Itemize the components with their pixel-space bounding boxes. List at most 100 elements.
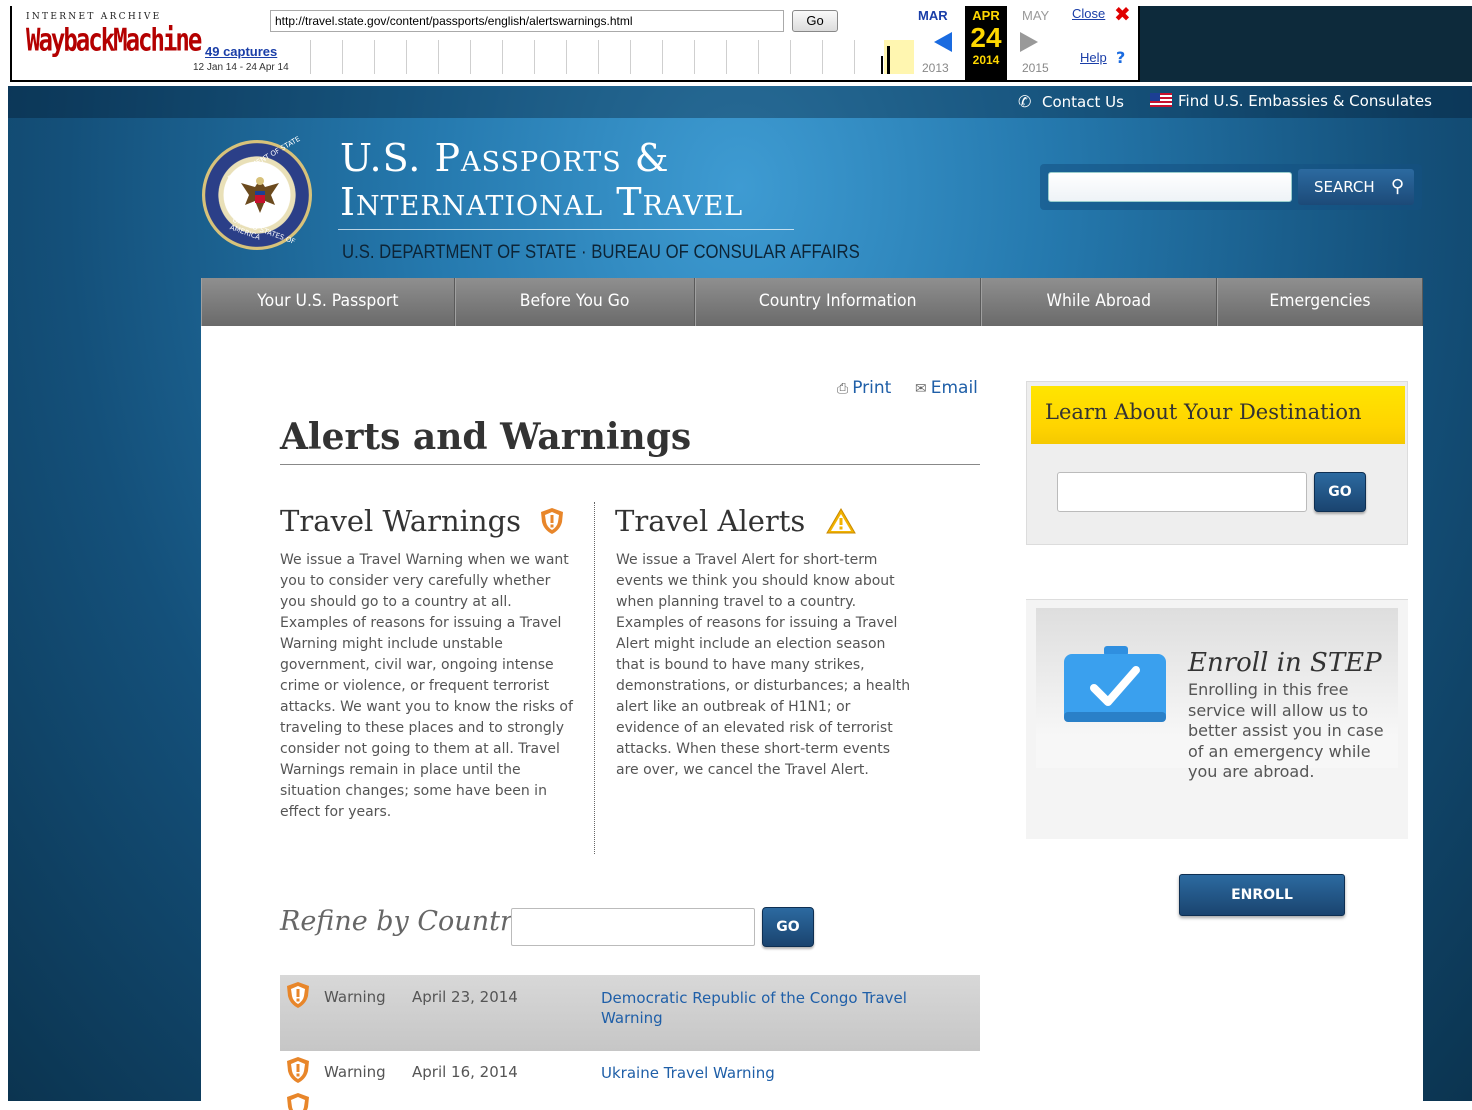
- sparkline-bar: [887, 46, 890, 74]
- warning-shield-icon: [287, 1093, 309, 1110]
- column-divider: [594, 502, 595, 854]
- wayback-cur-day: 24: [970, 22, 1002, 53]
- alert-triangle-icon: [825, 508, 856, 534]
- destination-input[interactable]: [1057, 472, 1307, 512]
- title-rule: [280, 464, 980, 465]
- nav-while-abroad[interactable]: While Abroad: [981, 278, 1217, 326]
- prev-arrow-icon[interactable]: [934, 32, 952, 52]
- step-promo: Enroll in STEP Enrolling in this free se…: [1026, 599, 1408, 839]
- wayback-prev-month[interactable]: MAR: [918, 8, 948, 23]
- email-label: Email: [930, 378, 978, 398]
- search-button-label: SEARCH: [1314, 178, 1375, 196]
- wayback-close-link[interactable]: Close: [1072, 6, 1105, 21]
- close-icon[interactable]: ✖: [1114, 2, 1131, 26]
- wayback-sparkline[interactable]: [310, 40, 914, 74]
- site-title-line1: U.S. Passports &: [340, 136, 670, 180]
- phone-mail-icon: ✆: [1018, 92, 1032, 111]
- nav-label: Emergencies: [1269, 291, 1371, 311]
- site-title[interactable]: U.S. Passports & International Travel: [340, 136, 743, 224]
- find-embassies-link[interactable]: Find U.S. Embassies & Consulates: [1150, 92, 1432, 110]
- travel-alerts-heading: Travel Alerts: [615, 504, 857, 538]
- site-subtitle: U.S. DEPARTMENT OF STATE · BUREAU OF CON…: [342, 242, 860, 263]
- contact-us-label: Contact Us: [1042, 93, 1124, 111]
- wayback-logo-main: WaybackMachine: [26, 22, 202, 59]
- enroll-button[interactable]: ENROLL: [1179, 874, 1345, 916]
- wayback-help-link[interactable]: Help: [1080, 50, 1107, 65]
- refine-country-input[interactable]: [511, 908, 755, 946]
- wayback-toolbar: INTERNET ARCHIVE WaybackMachine Go 49 ca…: [10, 2, 1140, 82]
- wayback-range: 12 Jan 14 - 24 Apr 14: [193, 62, 289, 73]
- wayback-next-month: MAY: [1022, 8, 1050, 23]
- site-title-line2: International Travel: [340, 180, 744, 224]
- travel-alerts-text: We issue a Travel Alert for short-term e…: [616, 552, 911, 778]
- nav-label: Country Information: [759, 291, 917, 311]
- wayback-cur-month: APR: [972, 8, 1000, 23]
- page-title: Alerts and Warnings: [280, 416, 692, 458]
- wayback-current-date: APR 24 2014: [965, 6, 1007, 82]
- row-type: Warning: [324, 988, 386, 1006]
- nav-country-information[interactable]: Country Information: [695, 278, 981, 326]
- refine-label: Refine by Country: [280, 906, 529, 937]
- travel-alerts-label: Travel Alerts: [615, 504, 806, 538]
- content-card: ⎙ Print ✉ Email Alerts and Warnings Travel…: [201, 326, 1423, 1110]
- site-search: SEARCH ⚲: [1040, 164, 1422, 210]
- table-row: Warning April 16, 2014 Ukraine Travel Wa…: [280, 1050, 980, 1094]
- row-link[interactable]: Democratic Republic of the Congo Travel …: [601, 988, 931, 1028]
- table-row: Warning April 23, 2014 Democratic Republ…: [280, 975, 980, 1051]
- site-search-input[interactable]: [1048, 172, 1292, 202]
- sparkline-bar: [881, 56, 883, 74]
- refine-go-button[interactable]: GO: [762, 907, 814, 947]
- print-link[interactable]: ⎙ Print: [837, 378, 891, 398]
- warning-shield-icon: [541, 508, 564, 534]
- contact-us-link[interactable]: ✆ Contact Us: [1018, 92, 1124, 111]
- warning-shield-icon: [287, 1057, 309, 1083]
- wayback-go-button[interactable]: Go: [792, 10, 838, 32]
- destination-heading: Learn About Your Destination: [1031, 386, 1405, 444]
- help-icon[interactable]: ?: [1116, 48, 1125, 67]
- warning-shield-icon: [287, 982, 309, 1008]
- destination-box: Learn About Your Destination GO: [1026, 381, 1408, 545]
- travel-warnings-heading: Travel Warnings: [280, 504, 564, 538]
- title-divider: [338, 229, 794, 230]
- email-link[interactable]: ✉ Email: [915, 378, 978, 398]
- search-button[interactable]: SEARCH ⚲: [1298, 169, 1414, 205]
- nav-label: While Abroad: [1046, 291, 1152, 311]
- print-label: Print: [852, 378, 892, 398]
- nav-label: Your U.S. Passport: [257, 291, 399, 311]
- wayback-next-year: 2015: [1022, 61, 1049, 75]
- us-flag-icon: [1150, 93, 1172, 107]
- search-icon: ⚲: [1390, 176, 1404, 197]
- step-text: Enrolling in this free service will allo…: [1188, 680, 1384, 781]
- utility-bar: ✆ Contact Us Find U.S. Embassies & Consul…: [8, 86, 1472, 118]
- nav-before-you-go[interactable]: Before You Go: [455, 278, 695, 326]
- department-seal[interactable]: DEPARTMENT OF STATE UNITED STATES OF AME…: [202, 135, 312, 250]
- travel-warnings-text: We issue a Travel Warning when we want y…: [280, 552, 573, 820]
- site-background: ✆ Contact Us Find U.S. Embassies & Consul…: [8, 86, 1472, 1110]
- nav-emergencies[interactable]: Emergencies: [1217, 278, 1423, 326]
- wayback-cur-year: 2014: [972, 53, 1000, 67]
- next-arrow-icon: [1020, 32, 1038, 52]
- seal-bottom-text: UNITED STATES OF AMERICA: [228, 215, 297, 246]
- travel-warnings-label: Travel Warnings: [280, 504, 522, 538]
- step-title: Enroll in STEP: [1188, 648, 1382, 678]
- wayback-toolbar-filler: [1140, 6, 1472, 82]
- wayback-url-input[interactable]: [270, 10, 784, 32]
- wayback-logo[interactable]: INTERNET ARCHIVE WaybackMachine: [26, 12, 202, 58]
- nav-your-passport[interactable]: Your U.S. Passport: [201, 278, 455, 326]
- nav-label: Before You Go: [520, 291, 630, 311]
- printer-icon: ⎙: [837, 381, 849, 397]
- wayback-captures-link[interactable]: 49 captures: [205, 44, 277, 59]
- row-link[interactable]: Ukraine Travel Warning: [601, 1063, 931, 1083]
- wayback-prev-year[interactable]: 2013: [922, 61, 949, 75]
- row-date: April 16, 2014: [412, 1063, 518, 1081]
- row-date: April 23, 2014: [412, 988, 518, 1006]
- row-type: Warning: [324, 1063, 386, 1081]
- main-nav: Your U.S. Passport Before You Go Country…: [201, 278, 1423, 326]
- destination-go-button[interactable]: GO: [1314, 472, 1366, 512]
- find-embassies-label: Find U.S. Embassies & Consulates: [1178, 92, 1432, 110]
- eagle-icon: [241, 177, 279, 213]
- step-promo-panel: Enroll in STEP Enrolling in this free se…: [1036, 608, 1398, 781]
- table-row: [280, 1090, 980, 1110]
- wayback-logo-top: INTERNET ARCHIVE: [26, 12, 162, 22]
- briefcase-check-icon: [1064, 646, 1166, 722]
